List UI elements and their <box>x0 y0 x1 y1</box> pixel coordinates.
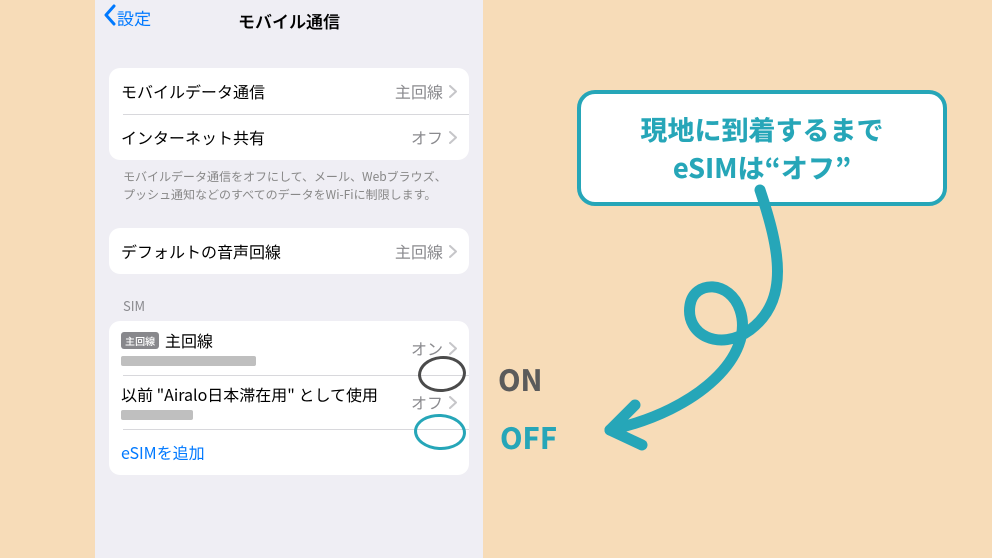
back-button[interactable]: 設定 <box>103 4 151 31</box>
redacted-text <box>121 410 193 420</box>
annotation-off-label: OFF <box>500 416 557 458</box>
sim-status: オン <box>411 336 443 360</box>
cellular-data-row[interactable]: モバイルデータ通信 主回線 <box>109 68 469 114</box>
chevron-right-icon <box>449 342 457 355</box>
back-label: 設定 <box>117 5 151 30</box>
chevron-left-icon <box>103 4 117 31</box>
annotation-on-label: ON <box>498 358 543 400</box>
sim-name: 以前 "Airalo日本滞在用" として使用 <box>121 382 378 406</box>
row-value: オフ <box>411 125 443 149</box>
personal-hotspot-row[interactable]: インターネット共有 オフ <box>109 114 469 160</box>
row-value: 主回線 <box>395 239 443 263</box>
row-label: モバイルデータ通信 <box>121 79 265 103</box>
row-value: 主回線 <box>395 79 443 103</box>
annotation-arrow-icon <box>580 180 840 470</box>
add-esim-row[interactable]: eSIMを追加 <box>109 429 469 475</box>
default-voice-row[interactable]: デフォルトの音声回線 主回線 <box>109 228 469 274</box>
nav-bar: 設定 モバイル通信 <box>95 0 483 38</box>
callout-line: 現地に到着するまで <box>599 110 925 148</box>
sim-status: オフ <box>411 390 443 414</box>
ios-settings-cellular-screen: 設定 モバイル通信 モバイルデータ通信 主回線 インターネット共有 オフ モバイ… <box>95 0 483 558</box>
chevron-right-icon <box>449 396 457 409</box>
chevron-right-icon <box>449 131 457 144</box>
sim-airalo-row[interactable]: 以前 "Airalo日本滞在用" として使用 オフ <box>109 375 469 429</box>
data-group: モバイルデータ通信 主回線 インターネット共有 オフ <box>109 68 469 160</box>
voice-group: デフォルトの音声回線 主回線 <box>109 228 469 274</box>
sim-group: 主回線 主回線 オン 以前 "Airalo日本滞在用" として使用 オフ eSI… <box>109 321 469 475</box>
callout-line: eSIMは“オフ” <box>599 148 925 186</box>
chevron-right-icon <box>449 245 457 258</box>
page-title: モバイル通信 <box>238 8 340 33</box>
chevron-right-icon <box>449 85 457 98</box>
data-footnote: モバイルデータ通信をオフにして、メール、Webブラウズ、プッシュ通知などのすべて… <box>123 168 455 204</box>
row-label: デフォルトの音声回線 <box>121 239 281 263</box>
sim-badge: 主回線 <box>121 332 159 349</box>
row-label: インターネット共有 <box>121 125 265 149</box>
add-esim-label: eSIMを追加 <box>121 440 205 464</box>
redacted-text <box>121 356 256 366</box>
sim-section-label: SIM <box>123 296 483 315</box>
sim-name: 主回線 <box>165 328 213 352</box>
sim-primary-row[interactable]: 主回線 主回線 オン <box>109 321 469 375</box>
annotation-callout: 現地に到着するまで eSIMは“オフ” <box>577 90 947 206</box>
